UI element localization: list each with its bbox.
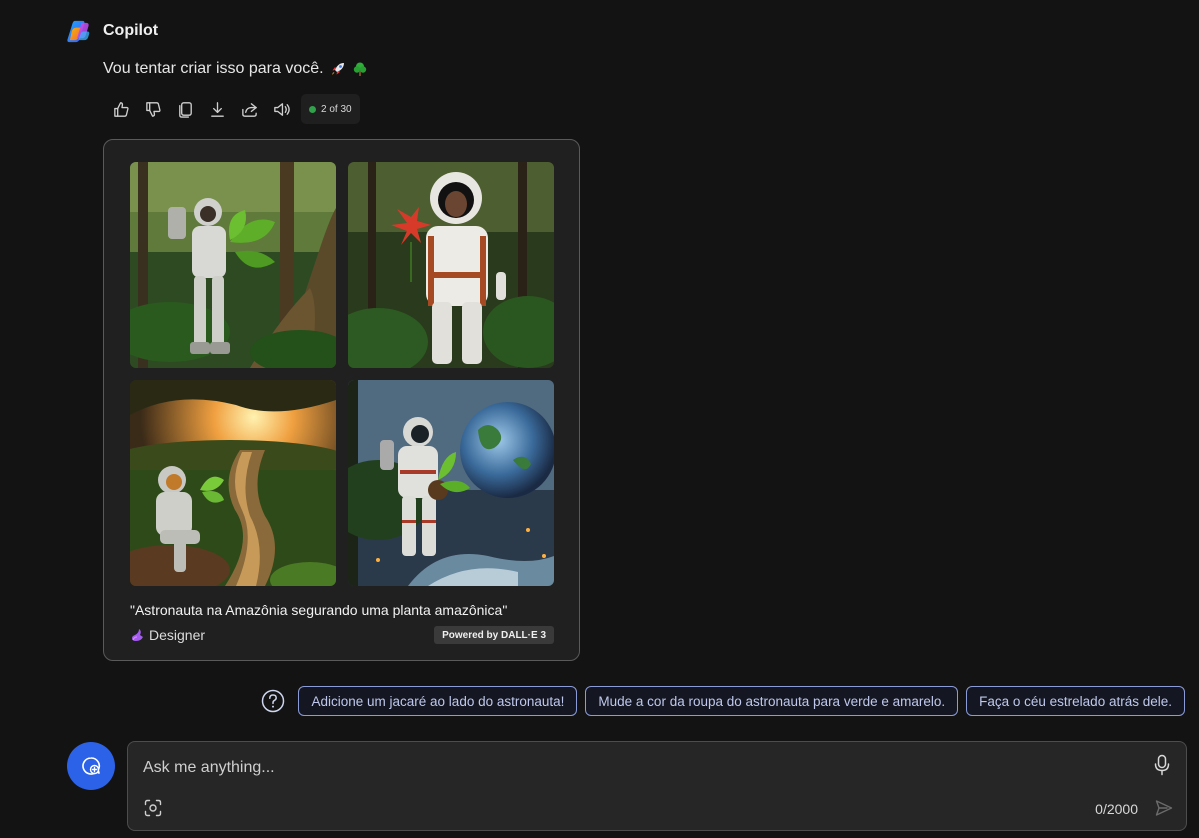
copy-button[interactable] xyxy=(169,94,201,124)
read-aloud-button[interactable] xyxy=(265,94,297,124)
response-counter: 2 of 30 xyxy=(301,94,360,124)
character-counter: 0/2000 xyxy=(1095,801,1138,817)
app-title: Copilot xyxy=(103,22,159,39)
new-chat-icon xyxy=(82,757,101,775)
powered-by-badge: Powered by DALL·E 3 xyxy=(434,626,554,644)
speaker-icon xyxy=(273,102,290,116)
generated-image-1[interactable] xyxy=(130,162,336,368)
new-topic-button[interactable] xyxy=(67,742,115,790)
download-button[interactable] xyxy=(201,94,233,124)
share-icon xyxy=(241,102,257,117)
rocket-icon xyxy=(331,63,344,75)
suggestion-chip-2[interactable]: Mude a cor da roupa do astronauta para v… xyxy=(585,686,959,716)
generated-image-3[interactable] xyxy=(130,380,336,586)
chat-input[interactable] xyxy=(143,756,1123,780)
astronaut-sunset-river-image xyxy=(130,380,336,586)
copilot-logo-icon xyxy=(67,20,90,42)
assistant-message: Vou tentar criar isso para você. xyxy=(103,60,368,78)
download-icon xyxy=(210,101,224,117)
astronaut-flower-image xyxy=(348,162,554,368)
designer-link[interactable]: Designer xyxy=(130,627,205,643)
copy-icon xyxy=(178,101,192,118)
image-prompt-caption: "Astronauta na Amazônia segurando uma pl… xyxy=(130,602,508,618)
designer-icon xyxy=(132,629,143,641)
thumbs-up-icon xyxy=(113,101,129,117)
generated-image-4[interactable] xyxy=(348,380,554,586)
visual-search-icon[interactable] xyxy=(144,799,162,817)
copilot-chat: Copilot Vou tentar criar isso para você. xyxy=(0,0,1199,838)
question-icon[interactable] xyxy=(260,688,286,714)
message-actions: 2 of 30 xyxy=(105,94,360,124)
suggestion-row: Adicione um jacaré ao lado do astronauta… xyxy=(260,686,1185,716)
chat-composer: 0/2000 xyxy=(127,741,1187,831)
microphone-icon[interactable] xyxy=(1152,754,1172,776)
generated-image-2[interactable] xyxy=(348,162,554,368)
image-result-card: "Astronauta na Amazônia segurando uma pl… xyxy=(103,139,580,661)
suggestion-chip-1[interactable]: Adicione um jacaré ao lado do astronauta… xyxy=(298,686,578,716)
send-icon[interactable] xyxy=(1154,798,1174,818)
status-dot xyxy=(309,105,316,113)
message-text: Vou tentar criar isso para você. xyxy=(103,60,324,77)
tree-icon xyxy=(353,62,366,76)
designer-label: Designer xyxy=(149,627,206,643)
suggestion-chip-3[interactable]: Faça o céu estrelado atrás dele. xyxy=(966,686,1185,716)
chat-header: Copilot xyxy=(66,18,158,44)
astronaut-earth-night-image xyxy=(348,380,554,586)
share-button[interactable] xyxy=(233,94,265,124)
astronaut-jungle-image xyxy=(130,162,336,368)
thumbs-up-button[interactable] xyxy=(105,94,137,124)
thumbs-down-icon xyxy=(145,101,161,117)
thumbs-down-button[interactable] xyxy=(137,94,169,124)
counter-text: 2 of 30 xyxy=(321,103,352,115)
